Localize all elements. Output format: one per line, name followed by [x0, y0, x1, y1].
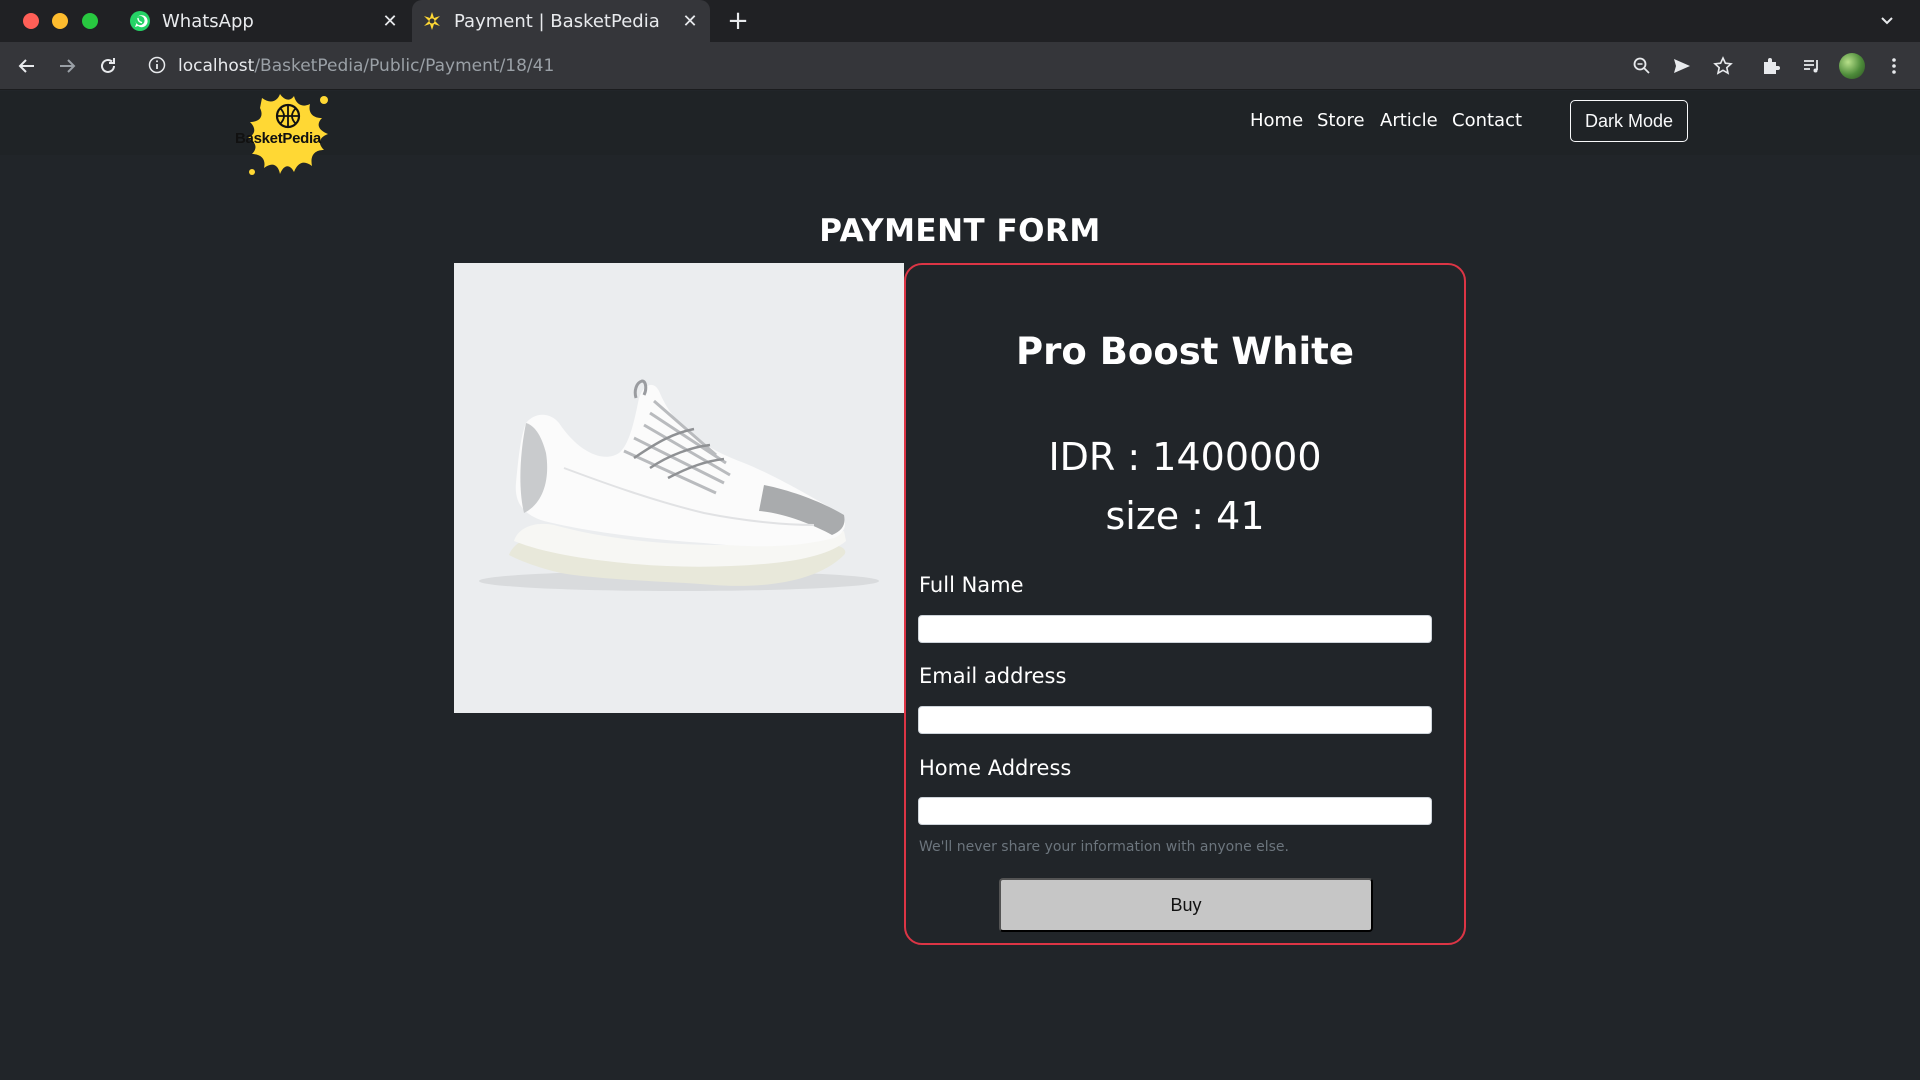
- extensions-puzzle-icon[interactable]: [1759, 54, 1783, 78]
- new-tab-button[interactable]: +: [724, 7, 752, 35]
- whatsapp-icon: [128, 9, 152, 33]
- more-menu-icon[interactable]: [1882, 54, 1906, 78]
- product-price: IDR : 1400000: [1048, 435, 1322, 479]
- url-host: localhost: [178, 56, 255, 76]
- email-input[interactable]: [918, 706, 1432, 734]
- home-address-input[interactable]: [918, 797, 1432, 825]
- email-label: Email address: [919, 664, 1067, 688]
- basketpedia-favicon: [420, 9, 444, 33]
- nav-contact-link[interactable]: Contact: [1452, 110, 1522, 131]
- bookmark-star-icon[interactable]: [1711, 54, 1735, 78]
- buy-button[interactable]: Buy: [999, 878, 1373, 932]
- zoom-icon[interactable]: [1630, 54, 1654, 78]
- browser-tab-whatsapp[interactable]: WhatsApp ✕: [120, 0, 410, 42]
- tab-close-icon[interactable]: ✕: [378, 9, 402, 33]
- dark-mode-button[interactable]: Dark Mode: [1570, 100, 1688, 142]
- privacy-help-text: We'll never share your information with …: [919, 839, 1289, 855]
- profile-avatar[interactable]: [1839, 53, 1865, 79]
- reload-icon[interactable]: [96, 54, 120, 78]
- home-address-label: Home Address: [919, 756, 1072, 780]
- site-info-icon[interactable]: [148, 56, 166, 74]
- back-arrow-icon[interactable]: [15, 54, 39, 78]
- nav-store-link[interactable]: Store: [1317, 110, 1365, 131]
- tab-title: WhatsApp: [162, 10, 254, 32]
- address-bar-url[interactable]: localhost/BasketPedia/Public/Payment/18/…: [178, 52, 554, 80]
- tab-close-icon[interactable]: ✕: [678, 9, 702, 33]
- product-size: size : 41: [1105, 494, 1265, 538]
- product-name: Pro Boost White: [1016, 330, 1354, 373]
- product-image: [454, 263, 904, 713]
- send-icon[interactable]: [1670, 54, 1694, 78]
- nav-article-link[interactable]: Article: [1380, 110, 1438, 131]
- browser-toolbar: localhost/BasketPedia/Public/Payment/18/…: [0, 42, 1920, 90]
- page-title: PAYMENT FORM: [819, 213, 1101, 249]
- window-close-button[interactable]: [23, 13, 39, 29]
- tab-title: Payment | BasketPedia: [454, 10, 660, 32]
- media-queue-icon[interactable]: [1800, 54, 1824, 78]
- url-path: /BasketPedia/Public/Payment/18/41: [254, 56, 555, 76]
- forward-arrow-icon[interactable]: [55, 54, 79, 78]
- logo-text: BasketPedia: [235, 130, 321, 147]
- browser-tab-bar: WhatsApp ✕ Payment | BasketPedia ✕ +: [0, 0, 1920, 42]
- full-name-label: Full Name: [919, 573, 1024, 597]
- browser-tab-payment[interactable]: Payment | BasketPedia ✕: [412, 0, 710, 42]
- nav-home-link[interactable]: Home: [1250, 110, 1303, 131]
- chevron-down-icon[interactable]: [1876, 10, 1898, 32]
- full-name-input[interactable]: [918, 615, 1432, 643]
- payment-card: Pro Boost White IDR : 1400000 size : 41 …: [904, 263, 1466, 945]
- window-minimize-button[interactable]: [52, 13, 68, 29]
- window-maximize-button[interactable]: [82, 13, 98, 29]
